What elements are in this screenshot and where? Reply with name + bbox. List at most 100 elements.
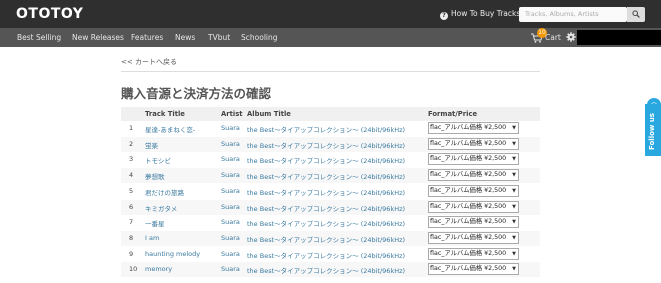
artist-link[interactable]: Suara bbox=[221, 140, 240, 148]
format-price-value: flac_アルバム価格 ¥2,500 bbox=[430, 233, 507, 241]
format-price-select[interactable]: flac_アルバム価格 ¥2,500 ▼ bbox=[428, 200, 519, 213]
header-track-title: Track Title bbox=[145, 110, 185, 118]
album-title-link[interactable]: the Best〜タイアップコレクション〜 (24bit/96kHz) bbox=[247, 124, 405, 134]
table-row: 1 星達-あまねく恋- Suara the Best〜タイアップコレクション〜 (24… bbox=[121, 121, 540, 136]
artist-link[interactable]: Suara bbox=[221, 155, 240, 163]
track-title-link[interactable]: キミガタメ bbox=[145, 203, 177, 213]
how-to-buy-label: How To Buy Tracks bbox=[451, 9, 521, 18]
table-row: 7 一番星 Suara the Best〜タイアップコレクション〜 (24bit/96… bbox=[121, 215, 540, 231]
cart-label: Cart bbox=[545, 33, 561, 42]
artist-link[interactable]: Suara bbox=[221, 234, 240, 242]
back-to-cart-link[interactable]: << カートへ戻る bbox=[121, 57, 177, 67]
format-price-select[interactable]: flac_アルバム価格 ¥2,500 ▼ bbox=[428, 231, 519, 244]
format-price-select[interactable]: flac_アルバム価格 ¥2,500 ▼ bbox=[428, 247, 519, 260]
track-number: 9 bbox=[129, 249, 134, 258]
table-row: 4 夢想歌 Suara the Best〜タイアップコレクション〜 (24bit/96… bbox=[121, 168, 540, 184]
caret-down-icon: ▼ bbox=[512, 219, 516, 226]
table-row: 6 キミガタメ Suara the Best〜タイアップコレクション〜 (24bit/… bbox=[121, 199, 540, 215]
caret-down-icon: ▼ bbox=[512, 250, 516, 257]
top-bar: OTOTOY ? How To Buy Tracks Tracks, Albums… bbox=[0, 0, 661, 28]
track-title-link[interactable]: 一番星 bbox=[145, 218, 165, 228]
artist-link[interactable]: Suara bbox=[221, 218, 240, 226]
track-title-link[interactable]: 夢想歌 bbox=[145, 171, 165, 181]
table-header: Track Title Artist Album Title Format/Pr… bbox=[121, 107, 540, 121]
format-price-value: flac_アルバム価格 ¥2,500 bbox=[430, 218, 507, 226]
nav-new-releases[interactable]: New Releases bbox=[72, 33, 124, 42]
album-title-link[interactable]: the Best〜タイアップコレクション〜 (24bit/96kHz) bbox=[247, 218, 405, 228]
format-price-value: flac_アルバム価格 ¥2,500 bbox=[430, 265, 507, 273]
track-number: 6 bbox=[129, 202, 134, 211]
format-price-value: flac_アルバム価格 ¥2,500 bbox=[430, 155, 507, 163]
search-button[interactable] bbox=[627, 7, 645, 22]
track-title-link[interactable]: トモシビ bbox=[145, 155, 171, 165]
format-price-select[interactable]: flac_アルバム価格 ¥2,500 ▼ bbox=[428, 122, 519, 134]
format-price-value: flac_アルバム価格 ¥2,500 bbox=[430, 139, 507, 147]
track-number: 7 bbox=[129, 218, 134, 227]
track-title-link[interactable]: memory bbox=[145, 265, 172, 273]
caret-down-icon: ▼ bbox=[512, 125, 516, 131]
artist-link[interactable]: Suara bbox=[221, 124, 240, 132]
track-number: 4 bbox=[129, 171, 134, 180]
nav-tvbut[interactable]: TVbut bbox=[208, 33, 230, 42]
album-title-link[interactable]: the Best〜タイアップコレクション〜 (24bit/96kHz) bbox=[247, 155, 405, 165]
format-price-select[interactable]: flac_アルバム価格 ¥2,500 ▼ bbox=[428, 137, 519, 150]
how-to-buy-link[interactable]: ? How To Buy Tracks bbox=[440, 9, 520, 20]
caret-down-icon: ▼ bbox=[512, 234, 516, 241]
follow-us-button[interactable]: Follow us bbox=[645, 104, 661, 156]
format-price-select[interactable]: flac_アルバム価格 ¥2,500 ▼ bbox=[428, 169, 519, 182]
track-number: 2 bbox=[129, 139, 134, 148]
album-title-link[interactable]: the Best〜タイアップコレクション〜 (24bit/96kHz) bbox=[247, 250, 405, 260]
album-title-link[interactable]: the Best〜タイアップコレクション〜 (24bit/96kHz) bbox=[247, 265, 405, 275]
artist-link[interactable]: Suara bbox=[221, 171, 240, 179]
artist-link[interactable]: Suara bbox=[221, 187, 240, 195]
caret-down-icon: ▼ bbox=[512, 156, 516, 163]
format-price-value: flac_アルバム価格 ¥2,500 bbox=[430, 249, 507, 257]
search-input[interactable]: Tracks, Albums, Artists bbox=[519, 7, 627, 22]
format-price-value: flac_アルバム価格 ¥2,500 bbox=[430, 186, 507, 194]
header-artist: Artist bbox=[221, 110, 243, 118]
caret-down-icon: ▼ bbox=[512, 172, 516, 179]
format-price-value: flac_アルバム価格 ¥2,500 bbox=[430, 202, 507, 210]
album-title-link[interactable]: the Best〜タイアップコレクション〜 (24bit/96kHz) bbox=[247, 234, 405, 244]
artist-link[interactable]: Suara bbox=[221, 265, 240, 273]
track-number: 3 bbox=[129, 155, 134, 164]
track-title-link[interactable]: 君だけの旅路 bbox=[145, 187, 184, 197]
album-title-link[interactable]: the Best〜タイアップコレクション〜 (24bit/96kHz) bbox=[247, 171, 405, 181]
divider bbox=[121, 71, 540, 72]
table-row: 5 君だけの旅路 Suara the Best〜タイアップコレクション〜 (24bit… bbox=[121, 183, 540, 199]
main-nav: Best Selling New Releases Features News … bbox=[0, 28, 661, 47]
track-number: 1 bbox=[129, 124, 134, 132]
site-logo[interactable]: OTOTOY bbox=[16, 6, 83, 22]
track-title-link[interactable]: haunting melody bbox=[145, 250, 200, 258]
nav-news[interactable]: News bbox=[175, 33, 195, 42]
nav-features[interactable]: Features bbox=[131, 33, 163, 42]
page-title: 購入音源と決済方法の確認 bbox=[121, 86, 272, 101]
nav-schooling[interactable]: Schooling bbox=[241, 33, 278, 42]
track-number: 5 bbox=[129, 186, 134, 195]
artist-link[interactable]: Suara bbox=[221, 203, 240, 211]
gear-icon[interactable] bbox=[566, 32, 576, 42]
album-title-link[interactable]: the Best〜タイアップコレクション〜 (24bit/96kHz) bbox=[247, 187, 405, 197]
caret-down-icon: ▼ bbox=[512, 266, 516, 273]
question-icon: ? bbox=[440, 12, 448, 20]
track-title-link[interactable]: 星達-あまねく恋- bbox=[145, 124, 195, 134]
search-icon bbox=[632, 10, 640, 18]
table-row: 8 I am Suara the Best〜タイアップコレクション〜 (24bit/9… bbox=[121, 230, 540, 246]
album-title-link[interactable]: the Best〜タイアップコレクション〜 (24bit/96kHz) bbox=[247, 203, 405, 213]
album-title-link[interactable]: the Best〜タイアップコレクション〜 (24bit/96kHz) bbox=[247, 140, 405, 150]
header-format-price: Format/Price bbox=[428, 110, 478, 118]
track-title-link[interactable]: 蛍楽 bbox=[145, 140, 158, 150]
follow-us-label: Follow us bbox=[648, 113, 656, 150]
format-price-select[interactable]: flac_アルバム価格 ¥2,500 ▼ bbox=[428, 263, 519, 276]
nav-best-selling[interactable]: Best Selling bbox=[17, 33, 61, 42]
format-price-select[interactable]: flac_アルバム価格 ¥2,500 ▼ bbox=[428, 184, 519, 197]
track-title-link[interactable]: I am bbox=[145, 234, 159, 242]
table-row: 2 蛍楽 Suara the Best〜タイアップコレクション〜 (24bit/96k… bbox=[121, 136, 540, 152]
format-price-value: flac_アルバム価格 ¥2,500 bbox=[430, 124, 507, 131]
table-row: 10 memory Suara the Best〜タイアップコレクション〜 (24bi… bbox=[121, 262, 540, 278]
caret-down-icon: ▼ bbox=[512, 203, 516, 210]
format-price-select[interactable]: flac_アルバム価格 ¥2,500 ▼ bbox=[428, 153, 519, 166]
artist-link[interactable]: Suara bbox=[221, 250, 240, 258]
format-price-value: flac_アルバム価格 ¥2,500 bbox=[430, 171, 507, 179]
format-price-select[interactable]: flac_アルバム価格 ¥2,500 ▼ bbox=[428, 216, 519, 229]
